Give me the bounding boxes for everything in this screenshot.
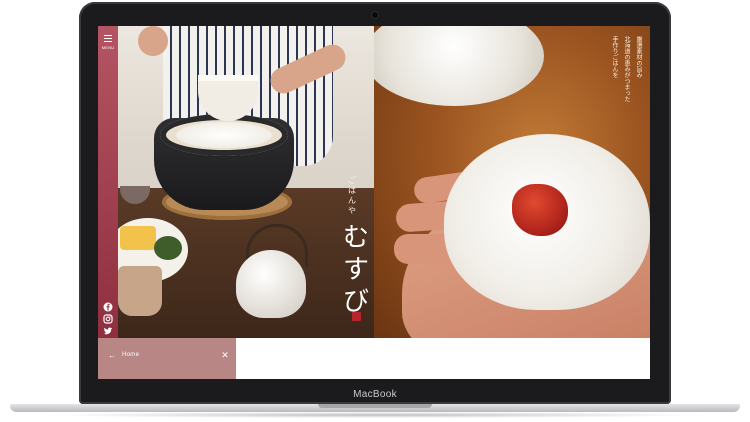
hero-photo-kitchen: ごはんや むすび <box>118 26 374 338</box>
tagline: 厳選素材の旨み 北海道の恵みがつまった 手作りごはんを <box>552 36 644 136</box>
camera-icon <box>372 12 378 18</box>
tagline-line: 厳選素材の旨み <box>635 36 642 78</box>
sidebar: MENU <box>98 26 118 338</box>
instagram-link[interactable] <box>103 314 113 324</box>
screen: ごはんや むすび 厳選素材の旨み 北海道の恵みがつまった 手作りごはんを MEN… <box>98 26 650 379</box>
laptop-brand-label: MacBook <box>353 389 397 400</box>
twitter-link[interactable] <box>103 326 113 336</box>
hamburger-icon <box>104 35 112 42</box>
home-link-label: Home <box>122 352 140 358</box>
brand-subtitle: ごはんや <box>348 176 356 215</box>
menu-label: MENU <box>101 45 115 50</box>
twitter-icon <box>103 327 113 335</box>
umeboshi <box>512 184 568 236</box>
close-icon[interactable]: ✕ <box>220 350 230 360</box>
facebook-icon <box>103 302 113 312</box>
home-panel[interactable]: ← Home ✕ <box>98 338 236 379</box>
hero-photo-onigiri: 厳選素材の旨み 北海道の恵みがつまった 手作りごはんを <box>374 26 650 338</box>
bottom-bar: ← Home ✕ <box>98 338 650 379</box>
menu-button[interactable]: MENU <box>100 34 116 54</box>
arrow-left-icon: ← <box>108 351 116 360</box>
tagline-line: 手作りごはんを <box>611 36 618 78</box>
tagline-line: 北海道の恵みがつまった <box>623 36 630 102</box>
facebook-link[interactable] <box>103 302 113 312</box>
brand-title: むすび <box>342 223 369 317</box>
seal-stamp <box>352 312 361 321</box>
laptop-base-notch <box>318 404 432 408</box>
instagram-icon <box>103 314 113 324</box>
